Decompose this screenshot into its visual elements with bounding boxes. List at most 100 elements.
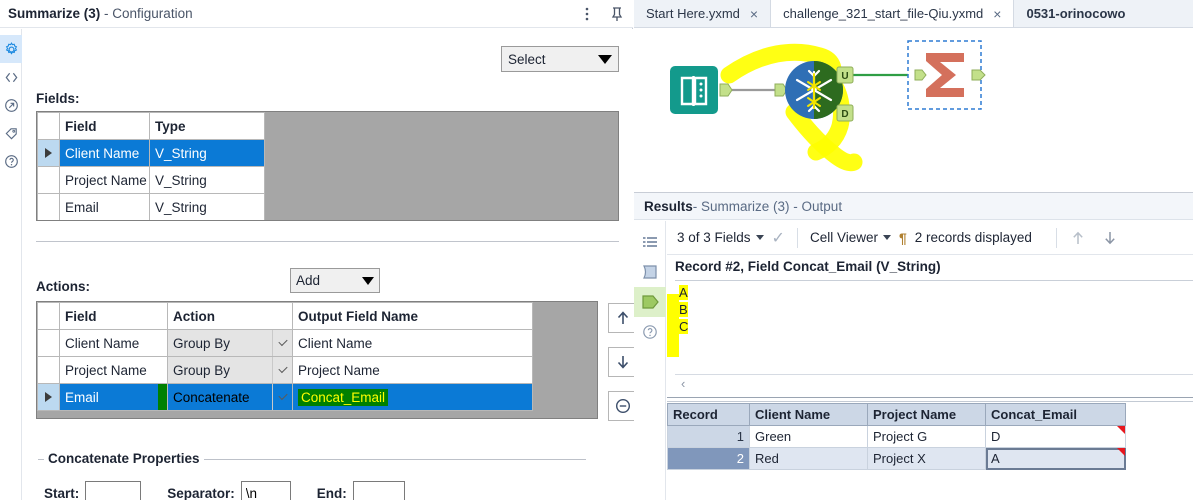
separator-label: Separator:	[167, 485, 235, 500]
results-rail-messages[interactable]	[634, 227, 666, 257]
close-icon[interactable]: ×	[993, 7, 1001, 21]
end-label: End:	[316, 485, 347, 500]
sidebar-item-annotation[interactable]	[0, 63, 22, 91]
arrow-up-icon[interactable]	[1069, 229, 1087, 247]
table-row[interactable]: Email V_String	[37, 193, 265, 220]
fields-selector-label: 3 of 3 Fields	[677, 230, 751, 245]
add-action-dropdown[interactable]: Add	[290, 268, 380, 293]
sidebar-item-output[interactable]	[0, 91, 22, 119]
client-name-cell[interactable]: Green	[749, 425, 868, 448]
cell-viewer-scrollbar[interactable]: ‹	[675, 374, 1193, 392]
summarize-tool	[907, 40, 986, 110]
start-input[interactable]	[85, 481, 142, 500]
actions-table: Field Action Output Field Name Client Na…	[37, 302, 533, 411]
config-title-suffix: - Configuration	[100, 6, 193, 21]
field-type-cell[interactable]: V_String	[149, 139, 265, 167]
fields-col-field: Field	[59, 112, 150, 140]
action-field-cell[interactable]: Email	[59, 383, 168, 411]
row-marker-cell	[37, 139, 60, 167]
action-type-dropdown[interactable]: Group By	[167, 329, 293, 357]
action-field-cell[interactable]: Client Name	[59, 329, 168, 357]
code-brackets-icon	[5, 72, 17, 82]
results-col-project-name[interactable]: Project Name	[867, 403, 986, 426]
results-title-label: Results	[644, 198, 693, 214]
results-grid-topline	[667, 397, 1193, 402]
output-anchor-icon	[642, 295, 659, 309]
sidebar-item-tag[interactable]	[0, 119, 22, 147]
field-type-cell[interactable]: V_String	[149, 166, 265, 194]
concat-email-cell[interactable]: A	[985, 447, 1126, 470]
tab-0531-orinocowo[interactable]: 0531-orinocowo	[1014, 0, 1138, 27]
alteryx-designer-window: Summarize (3) - Configuration Select Fie…	[0, 0, 1193, 500]
sidebar-item-configuration[interactable]	[0, 35, 22, 63]
select-dropdown[interactable]: Select	[501, 46, 619, 72]
chevron-left-icon[interactable]: ‹	[681, 376, 685, 391]
results-rail-help[interactable]	[634, 317, 666, 347]
project-name-cell[interactable]: Project G	[867, 425, 986, 448]
tab-start-here[interactable]: Start Here.yxmd ×	[634, 0, 772, 27]
table-row[interactable]: Project Name V_String	[37, 166, 265, 194]
kebab-menu-icon[interactable]	[579, 5, 595, 23]
start-label: Start:	[44, 485, 80, 500]
results-col-concat-email[interactable]: Concat_Email	[985, 403, 1126, 426]
action-output-cell[interactable]: Project Name	[292, 356, 533, 384]
action-output-cell[interactable]: Client Name	[292, 329, 533, 357]
workflow-canvas[interactable]: U D	[634, 28, 1193, 192]
fields-grid[interactable]: Field Type Client Name V_String Project	[36, 111, 619, 221]
configuration-title-bar: Summarize (3) - Configuration	[0, 0, 633, 28]
config-title-tool: Summarize (3)	[8, 6, 101, 21]
cell-viewer-line: C	[675, 318, 1193, 335]
table-row[interactable]: 2 Red Project X A	[667, 447, 1126, 470]
fields-selector[interactable]: 3 of 3 Fields	[677, 230, 764, 245]
cell-viewer-body[interactable]: A B C	[675, 280, 1193, 372]
actions-grid[interactable]: Field Action Output Field Name Client Na…	[36, 301, 598, 419]
fields-header-row: Field Type	[37, 112, 265, 140]
action-output-cell[interactable]: Concat_Email	[292, 383, 533, 411]
svg-text:D: D	[841, 109, 848, 120]
pin-icon[interactable]	[609, 5, 625, 23]
concat-email-cell[interactable]: D	[985, 425, 1126, 448]
field-name-cell[interactable]: Project Name	[59, 166, 150, 194]
cell-viewer-header: Record #2, Field Concat_Email (V_String)	[675, 259, 941, 274]
separator-input[interactable]	[240, 481, 291, 500]
gear-icon	[5, 41, 17, 55]
action-field-cell[interactable]: Project Name	[59, 356, 168, 384]
field-name-cell[interactable]: Email	[59, 193, 150, 220]
action-type-dropdown[interactable]: Concatenate	[167, 383, 293, 411]
project-name-cell[interactable]: Project X	[867, 447, 986, 470]
tab-label: Start Here.yxmd	[646, 6, 740, 21]
tab-challenge-321[interactable]: challenge_321_start_file-Qiu.yxmd ×	[771, 0, 1015, 27]
results-rail-output-anchor[interactable]	[634, 287, 666, 317]
cell-viewer-selector[interactable]: Cell Viewer	[810, 230, 891, 245]
table-row[interactable]: 1 Green Project G D	[667, 425, 1126, 448]
actions-label: Actions:	[36, 279, 90, 294]
configuration-icon-rail	[0, 29, 22, 500]
client-name-cell[interactable]: Red	[749, 447, 868, 470]
results-col-client-name[interactable]: Client Name	[749, 403, 868, 426]
field-name-cell[interactable]: Client Name	[59, 139, 150, 167]
table-row[interactable]: Client Name Group By Client Name	[37, 329, 533, 357]
minus-circle-icon	[615, 398, 631, 414]
field-type-cell[interactable]: V_String	[149, 193, 265, 220]
table-row[interactable]: Client Name V_String	[37, 139, 265, 167]
add-dropdown-label: Add	[296, 273, 321, 288]
action-type-dropdown[interactable]: Group By	[167, 356, 293, 384]
results-rail-metadata[interactable]	[634, 257, 666, 287]
results-data-grid[interactable]: Record Client Name Project Name Concat_E…	[667, 397, 1193, 500]
pilcrow-icon[interactable]: ¶	[899, 230, 907, 246]
workspace-panel: Start Here.yxmd × challenge_321_start_fi…	[634, 0, 1193, 500]
toolbar-separator	[1055, 227, 1057, 248]
end-input[interactable]	[352, 481, 405, 500]
results-title-bar: Results - Summarize (3) - Output	[634, 193, 1193, 220]
actions-col-marker	[37, 302, 60, 330]
arrow-down-icon[interactable]	[1101, 229, 1119, 247]
tab-label: 0531-orinocowo	[1026, 6, 1126, 21]
sidebar-item-help[interactable]	[0, 147, 22, 175]
close-icon[interactable]: ×	[750, 7, 758, 21]
checkmark-icon[interactable]: ✓	[772, 228, 785, 248]
table-row[interactable]: Email Concatenate Concat_Email	[37, 383, 533, 411]
cell-viewer-label: Cell Viewer	[809, 230, 878, 245]
table-row[interactable]: Project Name Group By Project Name	[37, 356, 533, 384]
results-col-record[interactable]: Record	[667, 403, 750, 426]
page-title: Summarize (3) - Configuration	[8, 6, 193, 21]
